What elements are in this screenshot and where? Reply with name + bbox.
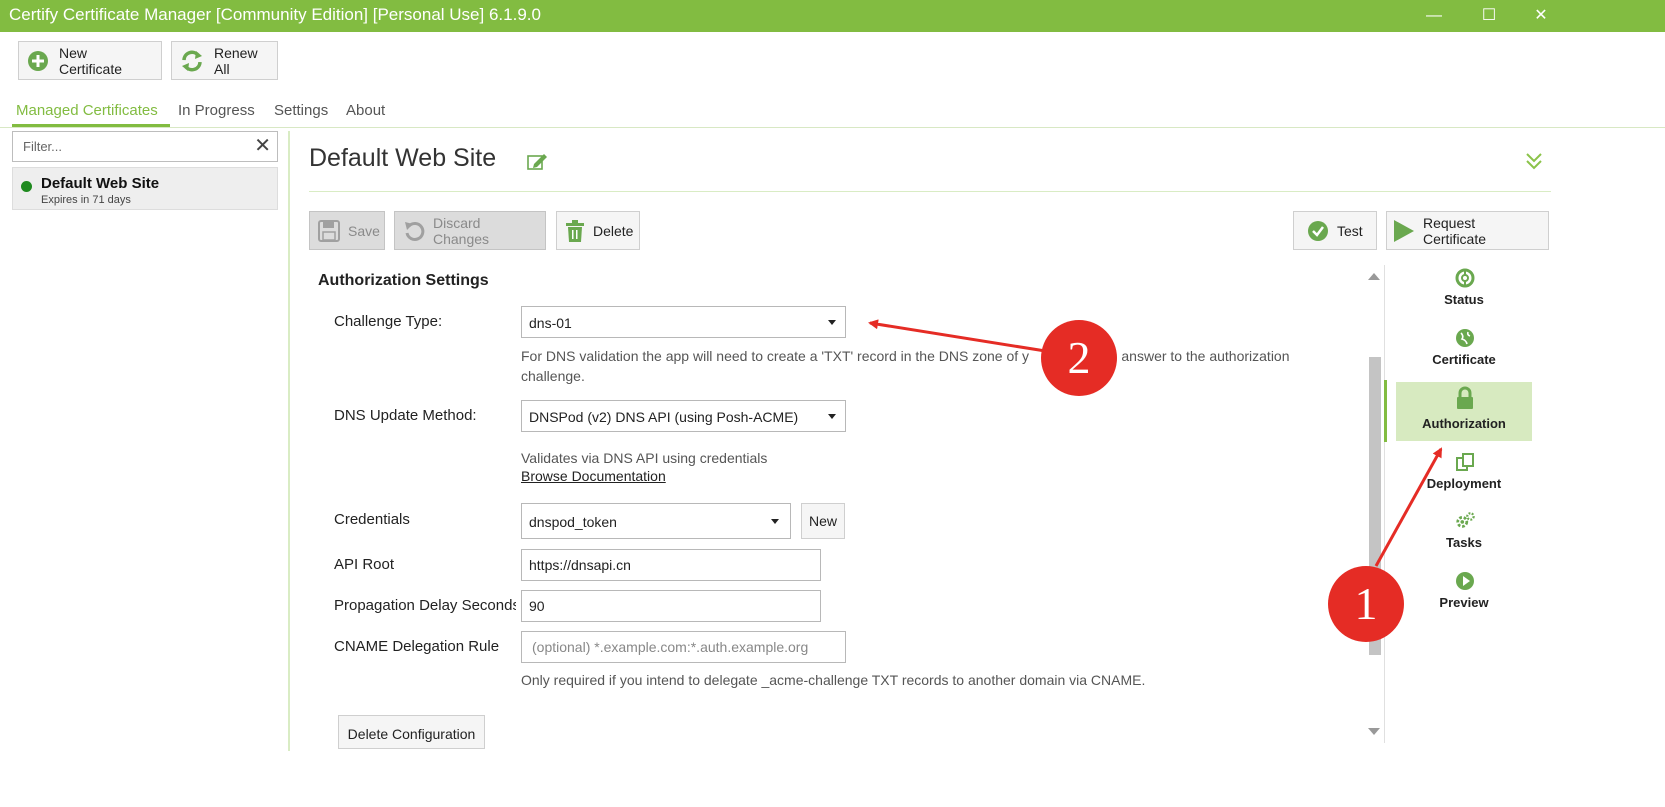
- sidenav-label-preview: Preview: [1439, 595, 1489, 610]
- maximize-button[interactable]: ☐: [1466, 0, 1512, 32]
- api-root-input[interactable]: [522, 550, 820, 580]
- delete-configuration-button[interactable]: Delete Configuration: [338, 715, 485, 749]
- annotation-badge-2: 2: [1041, 320, 1117, 396]
- request-certificate-label: Request Certificate: [1423, 214, 1487, 247]
- sidenav-label-tasks: Tasks: [1446, 535, 1482, 550]
- discard-changes-label: Discard Changes: [433, 214, 490, 247]
- challenge-type-select[interactable]: dns-01: [521, 306, 846, 338]
- cname-delegation-label: CNAME Delegation Rule: [334, 638, 500, 655]
- clear-filter-icon[interactable]: ✕: [254, 135, 271, 157]
- globe-icon: [1455, 328, 1475, 348]
- sidenav-item-preview[interactable]: Preview: [1396, 567, 1532, 625]
- cname-delegation-field: [521, 631, 846, 663]
- test-button[interactable]: Test: [1293, 211, 1377, 250]
- challenge-help-part-3: challenge.: [521, 368, 585, 384]
- site-name: Default Web Site: [41, 175, 160, 192]
- propagation-delay-label: Propagation Delay Seconds: [334, 597, 516, 614]
- renew-all-button[interactable]: Renew All: [171, 41, 278, 80]
- propagation-delay-field: [521, 590, 821, 622]
- refresh-icon: [180, 50, 204, 72]
- delete-button[interactable]: Delete: [556, 211, 640, 250]
- check-circle-icon: [1307, 220, 1329, 242]
- sidenav-item-deployment[interactable]: Deployment: [1396, 448, 1532, 506]
- sidenav-label-status: Status: [1444, 292, 1484, 307]
- credentials-select[interactable]: dnspod_token: [521, 503, 791, 539]
- dns-method-value: DNSPod (v2) DNS API (using Posh-ACME): [529, 409, 799, 425]
- new-credentials-button[interactable]: New: [801, 503, 845, 539]
- sidenav-item-tasks[interactable]: Tasks: [1396, 507, 1532, 565]
- chevron-down-icon: [828, 414, 836, 419]
- browse-documentation-link[interactable]: Browse Documentation: [521, 468, 666, 484]
- challenge-help-part-1: For DNS validation the app will need to …: [521, 348, 1030, 364]
- save-label: Save: [348, 222, 380, 239]
- title-bar: Certify Certificate Manager [Community E…: [0, 0, 1665, 32]
- credentials-value: dnspod_token: [529, 514, 617, 530]
- sidenav-item-status[interactable]: Status: [1396, 264, 1532, 322]
- cname-help: Only required if you intend to delegate …: [521, 672, 1146, 688]
- scroll-down-arrow-icon[interactable]: [1368, 728, 1380, 735]
- status-dot: [21, 181, 32, 192]
- sidenav-divider: [1384, 265, 1385, 743]
- minimize-button[interactable]: —: [1411, 0, 1457, 32]
- active-tab-indicator: [12, 124, 170, 127]
- play-circle-icon: [1455, 571, 1475, 591]
- gears-icon: [1455, 511, 1475, 531]
- lock-icon: [1455, 386, 1475, 410]
- active-nav-indicator: [1384, 380, 1387, 442]
- sidenav-label-deployment: Deployment: [1426, 476, 1502, 491]
- plus-circle-icon: [27, 50, 49, 72]
- filter-box: ✕: [12, 131, 278, 162]
- dns-method-select[interactable]: DNSPod (v2) DNS API (using Posh-ACME): [521, 400, 846, 432]
- cname-delegation-input[interactable]: [522, 632, 845, 662]
- credentials-label: Credentials: [334, 511, 410, 528]
- chevron-down-icon: [828, 320, 836, 325]
- delete-label: Delete: [593, 222, 634, 239]
- edit-icon[interactable]: [527, 151, 549, 176]
- challenge-type-help: For DNS validation the app will need to …: [521, 346, 1290, 386]
- dns-method-label: DNS Update Method:: [334, 407, 477, 424]
- play-icon: [1393, 219, 1415, 243]
- copy-icon: [1455, 452, 1475, 472]
- dns-method-help: Validates via DNS API using credentials: [521, 450, 768, 466]
- new-certificate-button[interactable]: New Certificate: [18, 41, 162, 80]
- close-button[interactable]: ✕: [1518, 0, 1564, 32]
- challenge-type-label: Challenge Type:: [334, 313, 443, 330]
- undo-icon: [403, 220, 425, 242]
- section-title: Authorization Settings: [318, 272, 489, 289]
- header-divider: [309, 191, 1551, 192]
- trash-icon: [565, 219, 585, 242]
- lifebuoy-icon: [1455, 268, 1475, 288]
- tab-in-progress[interactable]: In Progress: [178, 102, 255, 119]
- discard-changes-button[interactable]: Discard Changes: [394, 211, 546, 250]
- window-title: Certify Certificate Manager [Community E…: [9, 5, 541, 24]
- page-title: Default Web Site: [309, 144, 497, 172]
- challenge-type-value: dns-01: [529, 315, 572, 331]
- new-certificate-label: New Certificate: [59, 44, 123, 77]
- tab-about[interactable]: About: [346, 102, 385, 119]
- chevron-down-icon: [771, 519, 779, 524]
- chevron-double-down-icon[interactable]: [1524, 151, 1544, 176]
- api-root-label: API Root: [334, 556, 395, 573]
- scroll-up-arrow-icon[interactable]: [1368, 273, 1380, 280]
- tab-managed-certificates[interactable]: Managed Certificates: [16, 102, 158, 119]
- renew-all-label: Renew All: [214, 44, 258, 77]
- floppy-icon: [318, 219, 340, 242]
- sidenav-item-certificate[interactable]: Certificate: [1396, 324, 1532, 382]
- api-root-field: [521, 549, 821, 581]
- main-tabs: Managed Certificates In Progress Setting…: [0, 100, 1665, 128]
- sidenav-label-authorization: Authorization: [1422, 416, 1506, 431]
- test-label: Test: [1337, 222, 1363, 239]
- save-button[interactable]: Save: [309, 211, 385, 250]
- pane-divider: [288, 131, 290, 751]
- tab-settings[interactable]: Settings: [274, 102, 328, 119]
- sidenav-item-authorization[interactable]: Authorization: [1396, 382, 1532, 441]
- propagation-delay-input[interactable]: [522, 591, 820, 621]
- request-certificate-button[interactable]: Request Certificate: [1386, 211, 1549, 250]
- filter-input[interactable]: [13, 132, 243, 161]
- annotation-badge-1: 1: [1328, 566, 1404, 642]
- site-expiry: Expires in 71 days: [41, 194, 131, 206]
- sidenav-label-certificate: Certificate: [1432, 352, 1496, 367]
- list-item[interactable]: Default Web Site Expires in 71 days: [12, 167, 278, 210]
